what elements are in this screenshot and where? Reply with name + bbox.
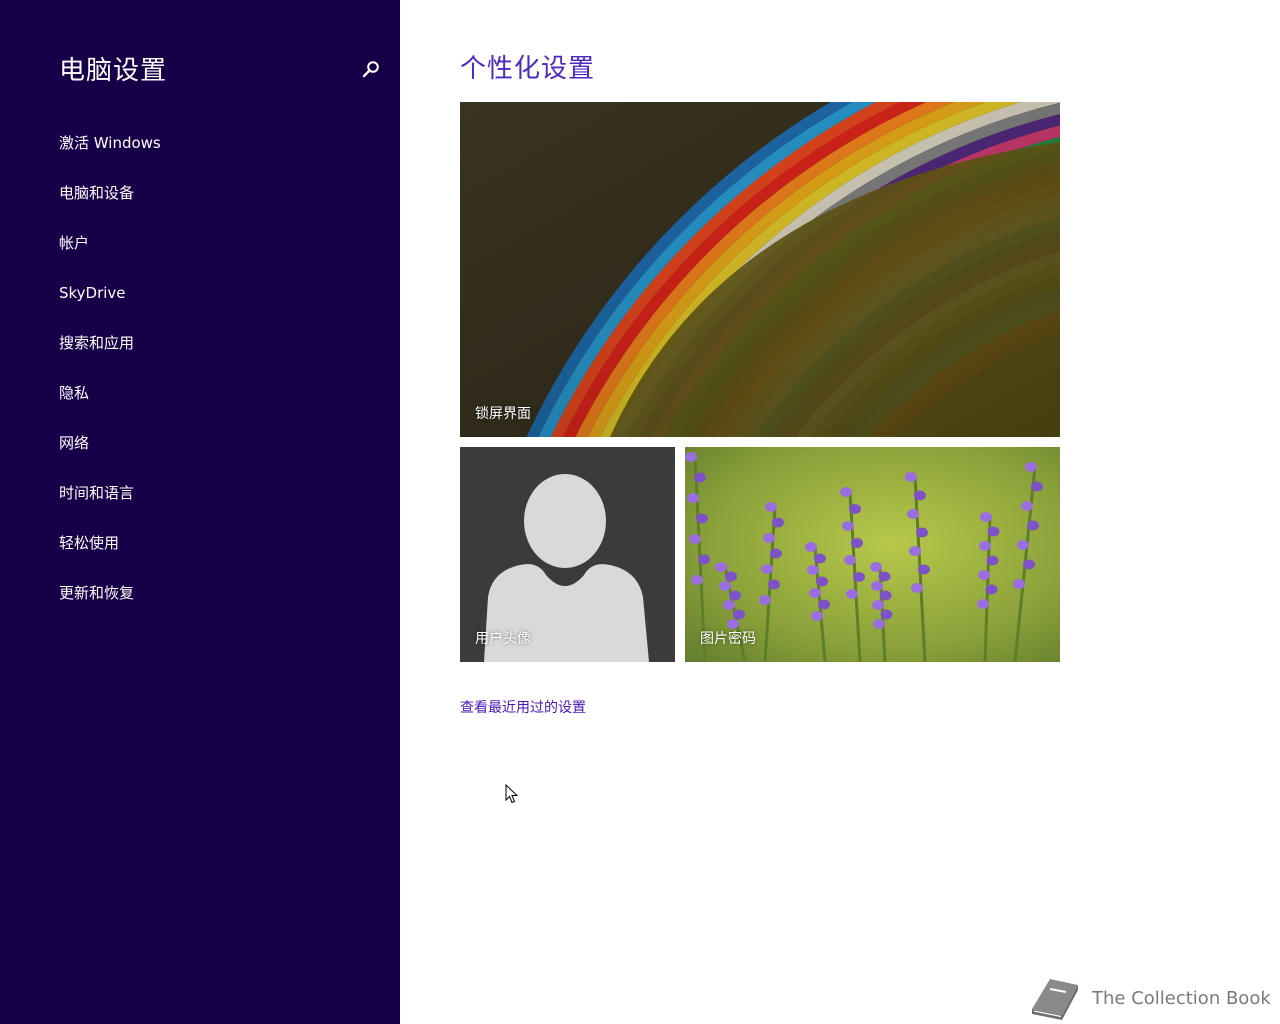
lavender-bloom [977, 599, 989, 609]
lavender-bloom [698, 554, 710, 565]
lock-screen-label: 锁屏界面 [475, 406, 531, 422]
lavender-bloom [914, 490, 926, 501]
sidebar-item-skydrive[interactable]: SkyDrive [59, 281, 161, 331]
mouse-cursor-icon [505, 784, 519, 804]
sidebar-nav: 激活 Windows 电脑和设备 帐户 SkyDrive 搜索和应用 隐私 网络… [59, 131, 161, 631]
lavender-bloom [978, 570, 990, 580]
lavender-bloom [759, 595, 771, 605]
lavender-bloom [918, 564, 930, 575]
lock-screen-image [460, 102, 1060, 437]
lavender-bloom [987, 526, 1000, 537]
user-avatar-tile[interactable]: 用户头像 [460, 447, 675, 662]
lavender-bloom [873, 619, 885, 629]
lavender-bloom [814, 553, 826, 564]
lavender-bloom [770, 548, 782, 559]
sidebar-title: 电脑设置 [59, 56, 168, 86]
lavender-bloom [1017, 540, 1029, 550]
recent-settings-link[interactable]: 查看最近用过的设置 [460, 697, 586, 717]
lavender-bloom [1023, 559, 1035, 570]
lavender-bloom [907, 509, 919, 519]
lavender-bloom [871, 581, 883, 591]
lavender-bloom [723, 600, 735, 610]
lavender-bloom [685, 452, 697, 462]
sidebar: 电脑设置 激活 Windows 电脑和设备 帐户 SkyDrive 搜索和应用 … [0, 0, 400, 1024]
sidebar-item-accounts[interactable]: 帐户 [59, 231, 161, 281]
lavender-bloom [872, 600, 884, 610]
search-icon[interactable] [362, 60, 380, 78]
lavender-bloom [842, 521, 854, 531]
watermark: The Collection Book [1026, 972, 1271, 1024]
lavender-bloom [905, 472, 917, 482]
sidebar-item-activate-windows[interactable]: 激活 Windows [59, 131, 161, 181]
lavender-bloom [687, 493, 699, 503]
lavender-bloom [870, 562, 882, 572]
lavender-bloom [853, 572, 865, 582]
lavender-bloom [879, 590, 892, 601]
user-avatar-label: 用户头像 [475, 631, 531, 647]
lavender-bloom [694, 472, 706, 483]
page-title: 个性化设置 [460, 54, 596, 84]
lavender-bloom [765, 502, 777, 512]
lavender-bloom [816, 576, 828, 587]
lavender-bloom [880, 609, 893, 620]
lavender-bloom [719, 581, 731, 591]
lavender-bloom [878, 571, 891, 582]
watermark-text: The Collection Book [1092, 987, 1271, 1009]
lavender-bloom [985, 584, 998, 595]
sidebar-item-network[interactable]: 网络 [59, 431, 161, 481]
lavender-bloom [840, 487, 852, 497]
lavender-bloom [805, 542, 817, 552]
lavender-bloom [1031, 481, 1043, 492]
lavender-bloom [1025, 462, 1037, 472]
sidebar-item-time-and-language[interactable]: 时间和语言 [59, 481, 161, 531]
lavender-bloom [1021, 501, 1033, 511]
picture-password-label: 图片密码 [700, 631, 756, 647]
lavender-bloom [1027, 520, 1039, 531]
lavender-bloom [696, 513, 708, 524]
lavender-bloom [1013, 579, 1025, 589]
pc-settings-window: 电脑设置 激活 Windows 电脑和设备 帐户 SkyDrive 搜索和应用 … [0, 0, 1280, 1024]
lavender-bloom [979, 541, 991, 551]
sidebar-item-update-and-recovery[interactable]: 更新和恢复 [59, 581, 161, 631]
lavender-bloom [846, 589, 858, 599]
lavender-bloom [986, 555, 999, 566]
lavender-bloom [729, 590, 741, 601]
lavender-bloom [818, 599, 830, 610]
lavender-bloom [733, 609, 745, 620]
lavender-bloom [980, 512, 992, 522]
lavender-bloom [725, 571, 737, 582]
lavender-bloom [689, 534, 701, 544]
sidebar-item-privacy[interactable]: 隐私 [59, 381, 161, 431]
lavender-bloom [844, 555, 856, 565]
sidebar-item-ease-of-access[interactable]: 轻松使用 [59, 531, 161, 581]
lavender-bloom [911, 583, 923, 593]
lavender-bloom [772, 517, 784, 528]
sidebar-item-search-and-apps[interactable]: 搜索和应用 [59, 331, 161, 381]
lavender-bloom [715, 562, 727, 572]
lavender-bloom [763, 533, 775, 543]
lavender-bloom [691, 575, 703, 585]
lavender-bloom [916, 527, 928, 538]
picture-password-tile[interactable]: 图片密码 [685, 447, 1060, 662]
book-icon [1032, 979, 1078, 1020]
lavender-bloom [809, 588, 821, 598]
lavender-bloom [811, 611, 823, 621]
lavender-bloom [909, 546, 921, 556]
lavender-bloom [851, 538, 863, 548]
lavender-bloom [768, 579, 780, 590]
lavender-bloom [849, 504, 861, 514]
sidebar-item-pc-and-devices[interactable]: 电脑和设备 [59, 181, 161, 231]
lavender-bloom [761, 564, 773, 574]
lavender-bloom [807, 565, 819, 575]
lock-screen-tile[interactable]: 锁屏界面 [460, 102, 1060, 437]
